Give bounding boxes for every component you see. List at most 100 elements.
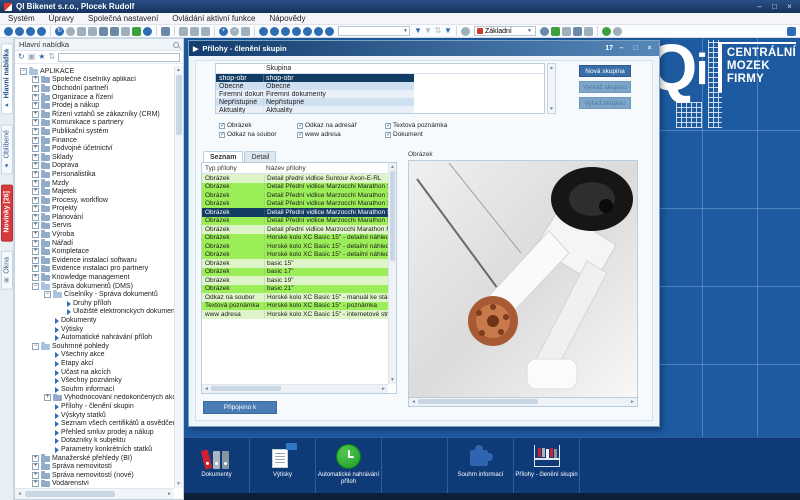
- tree-item[interactable]: Dokumenty: [15, 316, 174, 325]
- tree-expander-icon[interactable]: [44, 412, 51, 419]
- tree-expander-icon[interactable]: [32, 480, 39, 487]
- tree-expander-icon[interactable]: [32, 137, 39, 144]
- tree-expander-icon[interactable]: [44, 429, 51, 436]
- tree-item[interactable]: Seznam všech certifikátů a osvědčení: [15, 419, 174, 428]
- attachment-row[interactable]: Obrázek Detail Přední vidlice Marzocchi …: [202, 208, 388, 217]
- tree-expander-icon[interactable]: [32, 145, 39, 152]
- inner-minimize-button[interactable]: –: [616, 44, 627, 54]
- tree-expander-icon[interactable]: [44, 403, 51, 410]
- separator[interactable]: [50, 26, 51, 36]
- tree-item[interactable]: Automatické nahrávání příloh: [15, 333, 174, 342]
- tree-item[interactable]: Dotazníky k subjektu: [15, 437, 174, 446]
- side-tab-hlavni-nabidka[interactable]: Hlavní nabídka: [1, 43, 13, 114]
- filter-apply-icon[interactable]: ▼: [414, 27, 422, 36]
- dropdown-arrow-icon[interactable]: ▼: [403, 28, 409, 34]
- print-icon[interactable]: [121, 27, 130, 36]
- tree-expander-icon[interactable]: [44, 386, 51, 393]
- attachment-row[interactable]: Odkaz na soubor Horské kolo XC Basic 15"…: [202, 293, 388, 302]
- task-souhrn-informaci[interactable]: Souhrn informací: [448, 438, 514, 493]
- tree-expander-icon[interactable]: [44, 394, 51, 401]
- new-window-icon[interactable]: [77, 27, 86, 36]
- side-tab-novinky[interactable]: Novinky [26]: [1, 185, 13, 242]
- cut-icon[interactable]: [190, 27, 199, 36]
- tree-item[interactable]: Vodárenství: [15, 480, 174, 489]
- add-record-icon[interactable]: +: [219, 27, 228, 36]
- tree-expander-icon[interactable]: [32, 162, 39, 169]
- side-tab-okna[interactable]: Okna: [1, 251, 13, 290]
- tree-expander-icon[interactable]: [32, 231, 39, 238]
- tree-expander-icon[interactable]: [44, 377, 51, 384]
- qi-help-icon[interactable]: [787, 27, 796, 36]
- tree-item[interactable]: Personalistika: [15, 170, 174, 179]
- scrollbar-thumb[interactable]: [390, 171, 395, 261]
- tree-item[interactable]: Úložiště elektronických dokumentů: [15, 308, 174, 317]
- tree-item[interactable]: Procesy, workflow: [15, 196, 174, 205]
- scrollbar-thumb[interactable]: [25, 491, 115, 497]
- tree-expander-icon[interactable]: [44, 360, 51, 367]
- inner-close-button[interactable]: ×: [644, 44, 655, 54]
- separator[interactable]: [156, 26, 157, 36]
- tree-item[interactable]: Etapy akcí: [15, 359, 174, 368]
- tree-expander-icon[interactable]: [32, 283, 39, 290]
- separator[interactable]: [254, 26, 255, 36]
- nav-sort-icon[interactable]: ⇅: [48, 53, 55, 61]
- attachment-row[interactable]: Obrázek Detail Přední vidlice Marzocchi …: [202, 191, 388, 200]
- attachment-row[interactable]: Obrázek basic 21": [202, 285, 388, 294]
- attachment-row[interactable]: Obrázek Detail přední vidlice Suntour Ax…: [202, 174, 388, 183]
- picture-icon[interactable]: [551, 27, 560, 36]
- tree-expander-icon[interactable]: [32, 188, 39, 195]
- filter-edit-icon[interactable]: ▼: [444, 27, 452, 36]
- separator[interactable]: [597, 26, 598, 36]
- attachment-row[interactable]: Obrázek Horské kolo XC Basic 15" - detai…: [202, 251, 388, 260]
- qi-info-icon[interactable]: [37, 27, 46, 36]
- nav-collapse-icon[interactable]: ▣: [28, 53, 36, 61]
- separator[interactable]: [456, 26, 457, 36]
- group-row[interactable]: Aktuality Aktuality: [216, 106, 414, 114]
- tree-item[interactable]: Servis: [15, 222, 174, 231]
- tree-expander-icon[interactable]: [32, 472, 39, 479]
- tree-item[interactable]: Souhrnné pohledy: [15, 342, 174, 351]
- attachment-row[interactable]: Textová poznámka Horské kolo XC Basic 15…: [202, 302, 388, 311]
- tree-item[interactable]: Parametry konkrétních statků: [15, 445, 174, 454]
- list-horizontal-scrollbar[interactable]: [202, 384, 388, 393]
- group-row[interactable]: Obecné Obecné: [216, 82, 414, 90]
- tree-item[interactable]: Obchodní partneři: [15, 84, 174, 93]
- task-empty-slot[interactable]: [382, 438, 448, 493]
- tree-item[interactable]: Druhy příloh: [15, 299, 174, 308]
- group-row[interactable]: Nepřístupné Nepřístupné: [216, 98, 414, 106]
- tree-expander-icon[interactable]: [32, 119, 39, 126]
- tree-item[interactable]: Mzdy: [15, 179, 174, 188]
- toolbar-search-input[interactable]: ▼: [338, 26, 410, 36]
- copy-icon[interactable]: [179, 27, 188, 36]
- attachment-row[interactable]: Obrázek basic 19": [202, 276, 388, 285]
- record-prev-icon[interactable]: [270, 27, 279, 36]
- maximize-button[interactable]: □: [768, 2, 781, 12]
- stop-icon[interactable]: [66, 27, 75, 36]
- tree-item[interactable]: Souhrn informací: [15, 385, 174, 394]
- tree-item[interactable]: Podvojné účetnictví: [15, 144, 174, 153]
- filter-checkbox[interactable]: Odkaz na adresář: [297, 121, 381, 130]
- image-icon[interactable]: [132, 27, 141, 36]
- group-row[interactable]: shop-obr shop-obr: [216, 74, 414, 82]
- attachment-row[interactable]: Obrázek Horské kolo XC Basic 15" - detai…: [202, 242, 388, 251]
- task-prilohy-cleneni-skupin[interactable]: Přílohy - členění skupin: [514, 438, 580, 493]
- attachment-row[interactable]: Obrázek Horské kolo XC Basic 15" - detai…: [202, 234, 388, 243]
- tab-detail[interactable]: Detail: [244, 151, 276, 162]
- menu-item[interactable]: Úpravy: [49, 14, 74, 23]
- list-vertical-scrollbar[interactable]: [388, 163, 396, 384]
- tree-expander-icon[interactable]: [32, 180, 39, 187]
- tree-expander-icon[interactable]: [56, 300, 63, 307]
- tree-expander-icon[interactable]: [32, 102, 39, 109]
- tree-item[interactable]: Vyhodnocování nedokončených akcí: [15, 394, 174, 403]
- tree-item[interactable]: Všechny akce: [15, 351, 174, 360]
- tree-item[interactable]: Organizace a řízení: [15, 93, 174, 102]
- cancel-filter-icon[interactable]: [241, 27, 250, 36]
- menu-item[interactable]: Systém: [8, 14, 35, 23]
- tree-item[interactable]: Manažerské přehledy (BI): [15, 454, 174, 463]
- filter-checkbox[interactable]: Odkaz na soubor: [219, 130, 293, 139]
- record-new-icon[interactable]: [303, 27, 312, 36]
- tree-item[interactable]: Správa nemovitostí (nové): [15, 471, 174, 480]
- tree-item[interactable]: Číselníky - Správa dokumentů: [15, 290, 174, 299]
- window-icon[interactable]: [88, 27, 97, 36]
- tree-expander-icon[interactable]: [32, 463, 39, 470]
